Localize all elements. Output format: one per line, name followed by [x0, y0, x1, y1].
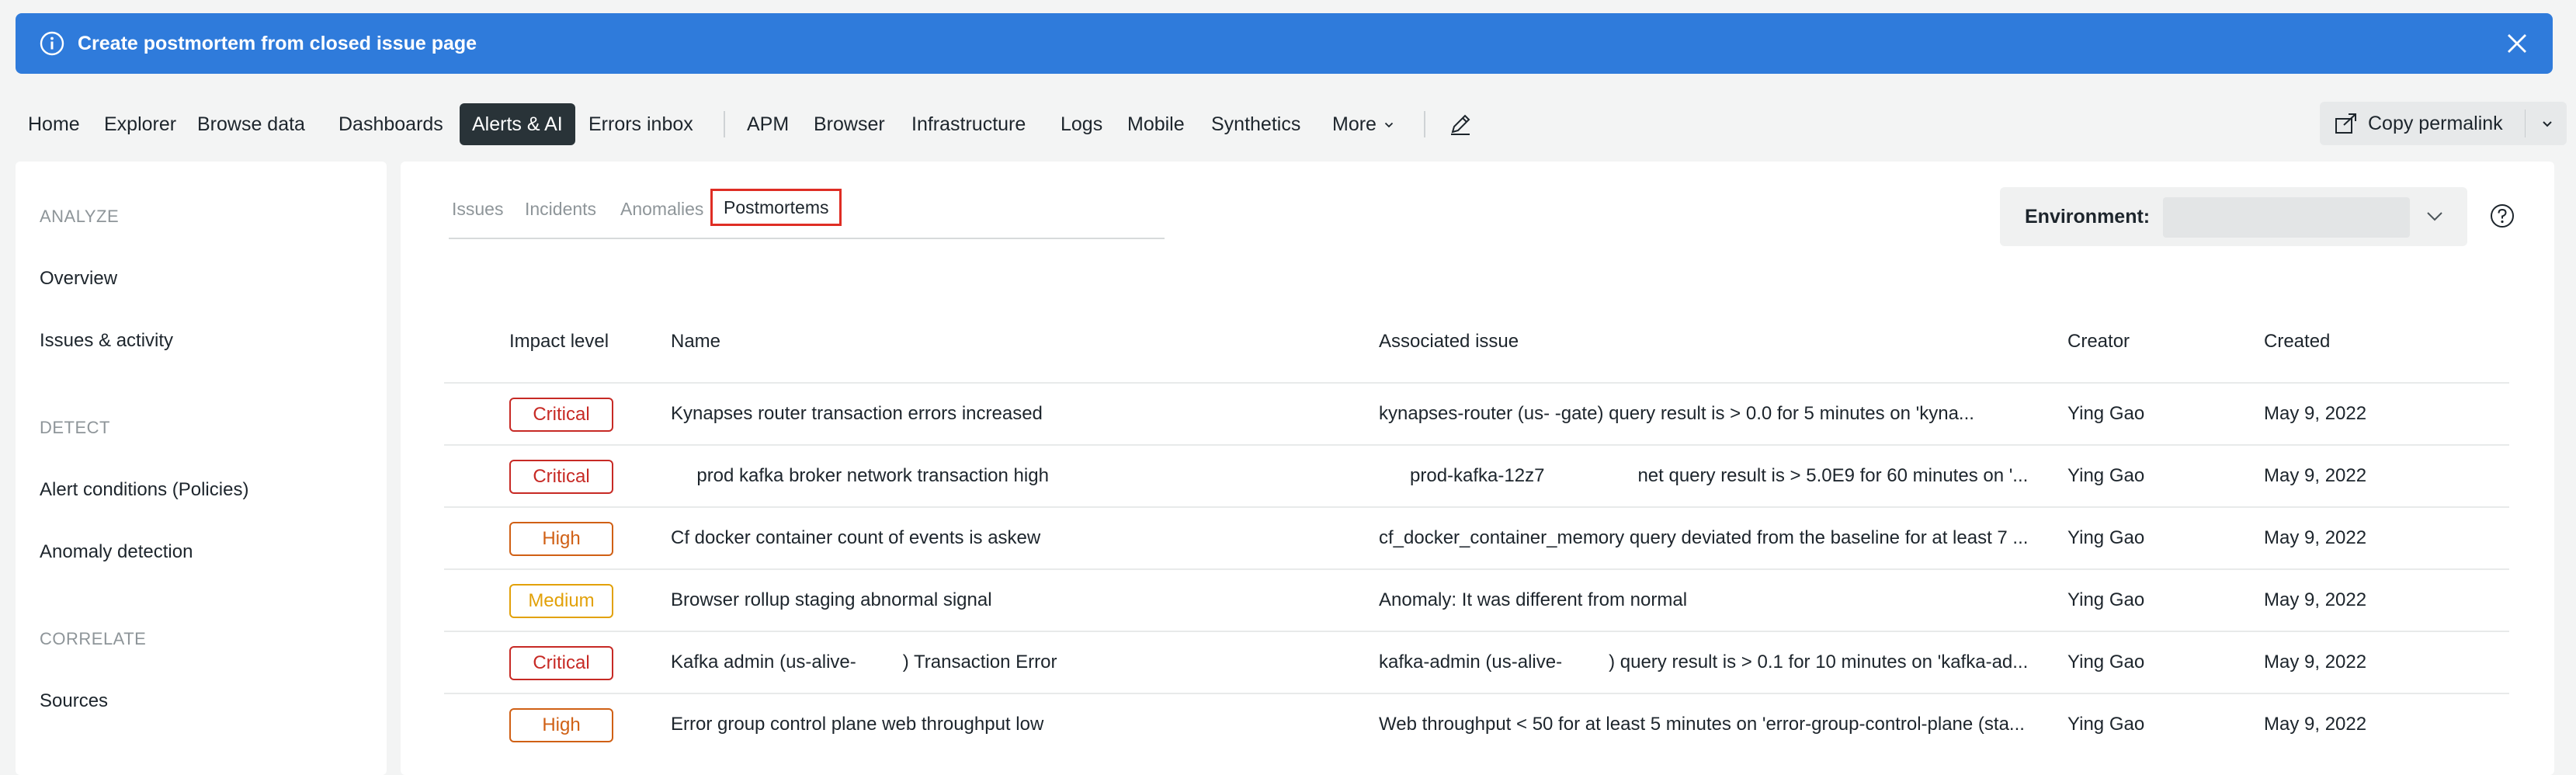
creator: Ying Gao: [2067, 714, 2145, 735]
sidebar-item-issues-activity[interactable]: Issues & activity: [40, 330, 173, 352]
table-row[interactable]: Critical Kynapses router transaction err…: [444, 382, 2509, 446]
tabs-underline: [449, 238, 1165, 239]
tab-postmortems[interactable]: Postmortems: [710, 189, 842, 226]
postmortem-name[interactable]: Error group control plane web throughput…: [671, 694, 1354, 755]
help-icon[interactable]: [2489, 203, 2515, 229]
top-navigation: Home Explorer Browse data Dashboards Ale…: [16, 102, 2567, 145]
associated-issue[interactable]: cf_docker_container_memory query deviate…: [1379, 508, 2047, 568]
chevron-down-icon: [1384, 123, 1394, 128]
creator: Ying Gao: [2067, 527, 2145, 548]
column-header-creator[interactable]: Creator: [2067, 331, 2130, 353]
nav-apm[interactable]: APM: [734, 103, 801, 145]
environment-filter: Environment:: [2000, 187, 2467, 246]
associated-issue[interactable]: kynapses-router (us- -gate) query result…: [1379, 384, 2047, 444]
column-header-created[interactable]: Created: [2264, 331, 2330, 353]
sidebar-item-overview[interactable]: Overview: [40, 268, 117, 290]
nav-browse-data[interactable]: Browse data: [185, 103, 318, 145]
nav-errors-inbox[interactable]: Errors inbox: [576, 103, 706, 145]
nav-mobile[interactable]: Mobile: [1115, 103, 1197, 145]
associated-issue[interactable]: kafka-admin (us-alive- ) query result is…: [1379, 632, 2047, 693]
sidebar-item-alert-conditions[interactable]: Alert conditions (Policies): [40, 479, 248, 501]
copy-permalink-label: Copy permalink: [2368, 113, 2503, 134]
associated-issue[interactable]: Anomaly: It was different from normal: [1379, 570, 2047, 631]
nav-alerts-ai[interactable]: Alerts & AI: [460, 103, 575, 145]
banner-title: Create postmortem from closed issue page: [78, 33, 477, 54]
nav-explorer[interactable]: Explorer: [92, 103, 189, 145]
postmortem-name[interactable]: Kynapses router transaction errors incre…: [671, 384, 1354, 444]
share-link-icon: [2335, 113, 2356, 134]
created-date: May 9, 2022: [2264, 652, 2367, 672]
postmortem-name[interactable]: Kafka admin (us-alive- ) Transaction Err…: [671, 632, 1354, 693]
info-banner: Create postmortem from closed issue page: [16, 13, 2553, 74]
column-header-impact[interactable]: Impact level: [509, 331, 609, 353]
column-header-name[interactable]: Name: [671, 331, 720, 353]
sidebar: ANALYZE Overview Issues & activity DETEC…: [16, 162, 387, 775]
chevron-down-icon: [2543, 121, 2552, 127]
impact-badge: High: [509, 522, 613, 556]
environment-select[interactable]: [2163, 197, 2410, 238]
created-date: May 9, 2022: [2264, 589, 2367, 610]
pencil-icon[interactable]: [1446, 110, 1474, 138]
creator: Ying Gao: [2067, 403, 2145, 424]
info-icon: [40, 31, 64, 56]
nav-more[interactable]: More: [1320, 103, 1406, 145]
impact-badge: High: [509, 708, 613, 742]
chevron-down-icon[interactable]: [2425, 207, 2444, 226]
created-date: May 9, 2022: [2264, 465, 2367, 486]
table-row[interactable]: Critical Kafka admin (us-alive- ) Transa…: [444, 631, 2509, 694]
nav-logs[interactable]: Logs: [1048, 103, 1115, 145]
permalink-divider: [2525, 109, 2526, 137]
copy-permalink-button[interactable]: Copy permalink: [2320, 102, 2525, 145]
environment-label: Environment:: [2025, 206, 2151, 228]
associated-issue[interactable]: prod-kafka-12z7 net query result is > 5.…: [1379, 446, 2047, 506]
postmortem-name[interactable]: prod kafka broker network transaction hi…: [671, 446, 1354, 506]
nav-synthetics[interactable]: Synthetics: [1199, 103, 1313, 145]
tab-issues[interactable]: Issues: [452, 197, 503, 221]
creator: Ying Gao: [2067, 652, 2145, 672]
created-date: May 9, 2022: [2264, 403, 2367, 424]
tab-anomalies[interactable]: Anomalies: [620, 197, 703, 221]
nav-divider: [1424, 111, 1425, 137]
impact-badge: Medium: [509, 584, 613, 618]
created-date: May 9, 2022: [2264, 527, 2367, 548]
nav-browser[interactable]: Browser: [801, 103, 897, 145]
sidebar-item-anomaly-detection[interactable]: Anomaly detection: [40, 541, 193, 563]
nav-dashboards[interactable]: Dashboards: [326, 103, 456, 145]
sidebar-heading-detect: DETECT: [40, 418, 110, 437]
postmortem-name[interactable]: Cf docker container count of events is a…: [671, 508, 1354, 568]
associated-issue[interactable]: Web throughput < 50 for at least 5 minut…: [1379, 694, 2047, 755]
table-row[interactable]: Medium Browser rollup staging abnormal s…: [444, 568, 2509, 632]
nav-home[interactable]: Home: [16, 103, 92, 145]
impact-badge: Critical: [509, 646, 613, 680]
sidebar-heading-correlate: CORRELATE: [40, 629, 147, 648]
copy-permalink-control: Copy permalink: [2320, 102, 2567, 145]
creator: Ying Gao: [2067, 465, 2145, 486]
table-row[interactable]: High Error group control plane web throu…: [444, 693, 2509, 756]
nav-infrastructure[interactable]: Infrastructure: [899, 103, 1038, 145]
postmortem-name[interactable]: Browser rollup staging abnormal signal: [671, 570, 1354, 631]
tab-incidents[interactable]: Incidents: [525, 197, 596, 221]
nav-more-label: More: [1332, 113, 1377, 135]
close-icon[interactable]: [2501, 28, 2533, 59]
impact-badge: Critical: [509, 398, 613, 432]
nav-divider: [724, 111, 725, 137]
sidebar-heading-analyze: ANALYZE: [40, 207, 120, 226]
table-row[interactable]: Critical prod kafka broker network trans…: [444, 444, 2509, 508]
creator: Ying Gao: [2067, 589, 2145, 610]
created-date: May 9, 2022: [2264, 714, 2367, 735]
main-panel: Issues Incidents Anomalies Postmortems E…: [401, 162, 2554, 775]
column-header-associated-issue[interactable]: Associated issue: [1379, 331, 1519, 353]
sidebar-item-sources[interactable]: Sources: [40, 690, 108, 712]
impact-badge: Critical: [509, 460, 613, 494]
permalink-options-button[interactable]: [2526, 102, 2567, 145]
table-row[interactable]: High Cf docker container count of events…: [444, 506, 2509, 570]
